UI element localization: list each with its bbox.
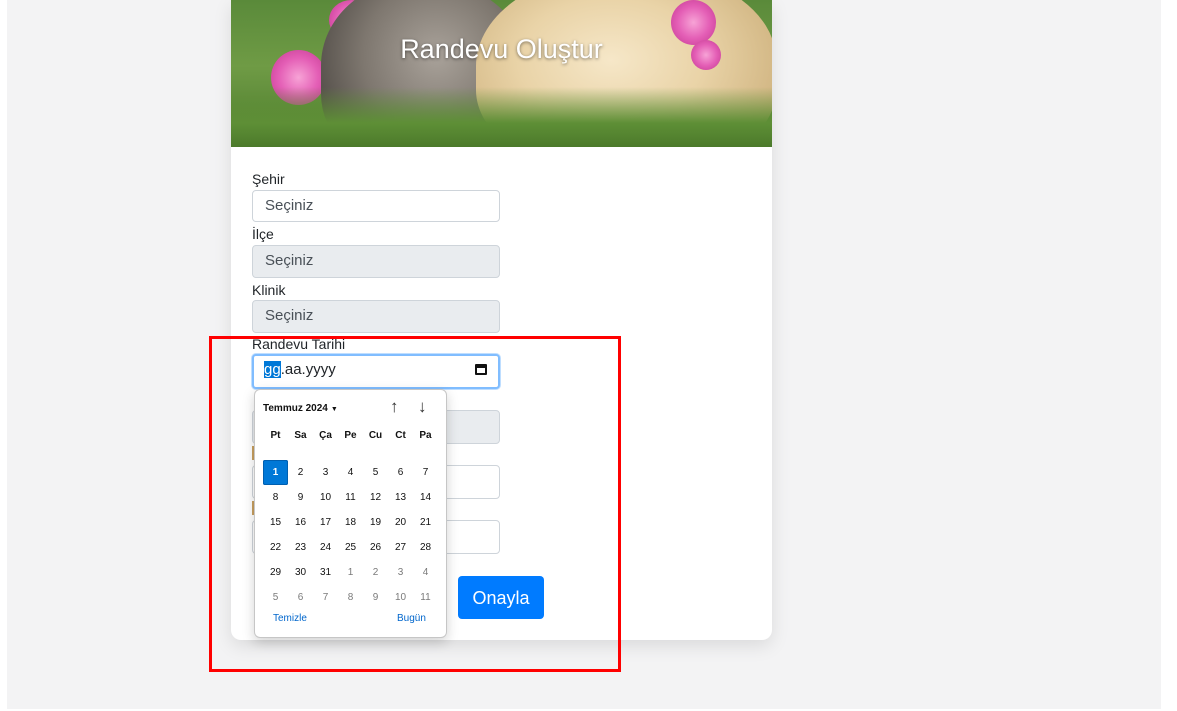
caret-down-icon: ▼ <box>330 406 338 413</box>
calendar-day[interactable]: 20 <box>388 510 413 535</box>
calendar-day[interactable]: 15 <box>263 510 288 535</box>
calendar-day[interactable]: 17 <box>313 510 338 535</box>
calendar-day[interactable]: 2 <box>363 560 388 585</box>
calendar-day[interactable]: 30 <box>288 560 313 585</box>
calendar-day[interactable]: 10 <box>313 485 338 510</box>
calendar-day[interactable]: 25 <box>338 535 363 560</box>
page-title: Randevu Oluştur <box>400 34 603 64</box>
weekday-header: Ça <box>319 430 332 441</box>
calendar-day[interactable]: 6 <box>288 585 313 610</box>
clinic-label: Klinik <box>252 282 286 298</box>
calendar-day[interactable]: 27 <box>388 535 413 560</box>
calendar-day[interactable]: 4 <box>338 460 363 485</box>
clinic-select[interactable]: Seçiniz <box>252 300 500 333</box>
weekday-header: Pe <box>344 430 357 441</box>
calendar-day[interactable]: 24 <box>313 535 338 560</box>
calendar-day[interactable]: 11 <box>338 485 363 510</box>
calendar-day[interactable]: 19 <box>363 510 388 535</box>
weekday-header: Sa <box>294 430 307 441</box>
calendar-day[interactable]: 18 <box>338 510 363 535</box>
calendar-day[interactable]: 3 <box>313 460 338 485</box>
calendar-day[interactable]: 2 <box>288 460 313 485</box>
calendar-day[interactable]: 12 <box>363 485 388 510</box>
calendar-day-selected[interactable]: 1 <box>263 460 288 485</box>
calendar-day[interactable]: 3 <box>388 560 413 585</box>
calendar-day[interactable]: 29 <box>263 560 288 585</box>
date-picker-popup: Temmuz 2024 ▼ ↑ ↓ Pt Sa Ça Pe Cu Ct Pa 1 2 3 4 5 6 7 8 9… <box>254 389 447 638</box>
calendar-day[interactable]: 4 <box>413 560 438 585</box>
month-year-label: Temmuz 2024 <box>263 403 328 414</box>
hero-image: Randevu Oluştur <box>231 0 772 147</box>
calendar-day[interactable]: 28 <box>413 535 438 560</box>
grass-decoration <box>231 87 772 147</box>
calendar-day[interactable]: 16 <box>288 510 313 535</box>
city-label: Şehir <box>252 171 285 187</box>
calendar-day[interactable]: 26 <box>363 535 388 560</box>
calendar-day[interactable]: 5 <box>263 585 288 610</box>
calendar-day[interactable]: 1 <box>338 560 363 585</box>
clear-button[interactable]: Temizle <box>273 613 307 624</box>
weekday-header: Pt <box>270 430 281 441</box>
calendar-day[interactable]: 11 <box>413 585 438 610</box>
calendar-day[interactable]: 5 <box>363 460 388 485</box>
calendar-day[interactable]: 14 <box>413 485 438 510</box>
next-month-icon[interactable]: ↓ <box>418 398 427 415</box>
weekday-header: Pa <box>419 430 432 441</box>
calendar-day[interactable]: 7 <box>313 585 338 610</box>
calendar-day[interactable]: 23 <box>288 535 313 560</box>
calendar-day[interactable]: 13 <box>388 485 413 510</box>
calendar-day[interactable]: 10 <box>388 585 413 610</box>
calendar-day[interactable]: 22 <box>263 535 288 560</box>
calendar-day[interactable]: 9 <box>363 585 388 610</box>
month-year-selector[interactable]: Temmuz 2024 ▼ <box>263 403 338 414</box>
calendar-day[interactable]: 7 <box>413 460 438 485</box>
calendar-day[interactable]: 9 <box>288 485 313 510</box>
today-button[interactable]: Bugün <box>397 613 426 624</box>
weekday-header: Ct <box>395 430 406 441</box>
calendar-day[interactable]: 21 <box>413 510 438 535</box>
previous-month-icon[interactable]: ↑ <box>390 398 399 415</box>
calendar-day[interactable]: 31 <box>313 560 338 585</box>
weekday-header: Cu <box>368 430 383 441</box>
district-label: İlçe <box>252 226 274 242</box>
calendar-day[interactable]: 8 <box>338 585 363 610</box>
calendar-day[interactable]: 6 <box>388 460 413 485</box>
calendar-grid: Pt Sa Ça Pe Cu Ct Pa 1 2 3 4 5 6 7 8 9 10 11 12 13 14 15 16 17 1… <box>263 430 438 610</box>
city-select[interactable]: Seçiniz <box>252 190 500 222</box>
calendar-day[interactable]: 8 <box>263 485 288 510</box>
district-select[interactable]: Seçiniz <box>252 245 500 278</box>
